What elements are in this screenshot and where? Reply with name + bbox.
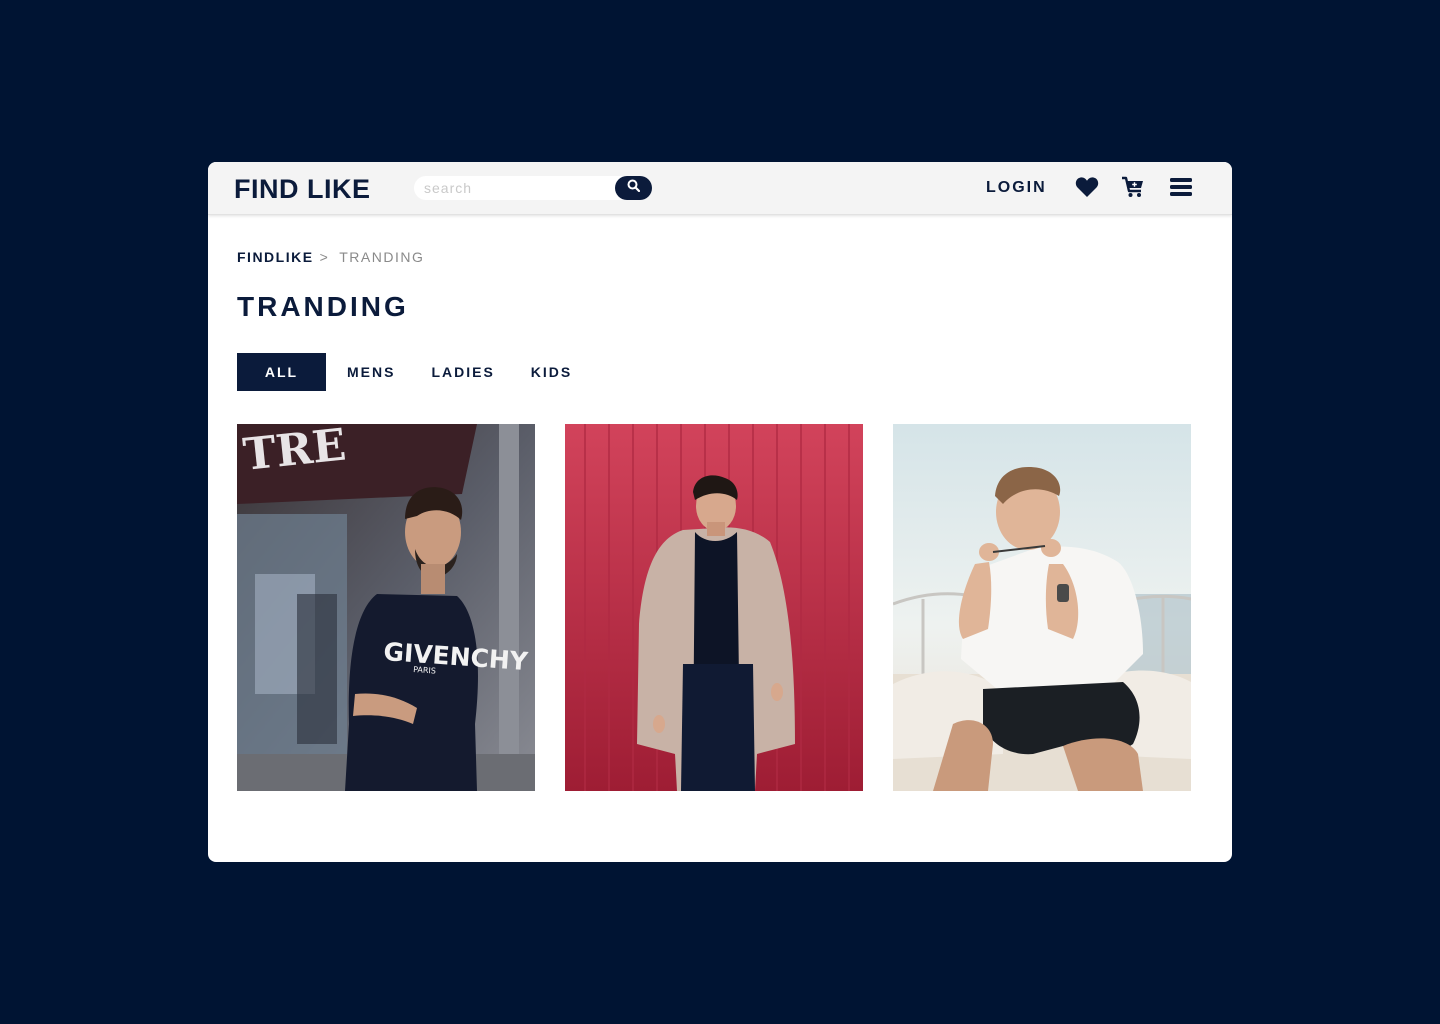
product-card[interactable]: TRE GIVENCHY PARIS <box>237 424 535 791</box>
brand-logo[interactable]: FIND LIKE <box>234 173 371 205</box>
search-input[interactable] <box>424 179 614 197</box>
login-link[interactable]: LOGIN <box>986 178 1047 198</box>
tab-ladies[interactable]: LADIES <box>413 353 512 391</box>
category-tabs: ALL MENS LADIES KIDS <box>237 353 590 391</box>
search-bar <box>414 176 652 200</box>
sweatshirt-print-sub: PARIS <box>413 665 436 676</box>
breadcrumb-root-link[interactable]: FINDLIKE <box>237 249 314 265</box>
breadcrumb: FINDLIKE > TRANDING <box>237 248 424 266</box>
product-card[interactable] <box>893 424 1191 791</box>
tab-mens[interactable]: MENS <box>326 353 413 391</box>
product-image <box>565 424 863 791</box>
top-navbar: FIND LIKE LOGIN <box>208 162 1232 215</box>
heart-icon[interactable] <box>1075 176 1099 203</box>
breadcrumb-separator: > <box>319 249 330 265</box>
breadcrumb-current: TRANDING <box>339 249 425 265</box>
cart-icon[interactable] <box>1121 176 1145 203</box>
search-button[interactable] <box>615 176 652 200</box>
tab-kids[interactable]: KIDS <box>513 353 590 391</box>
menu-icon[interactable] <box>1170 176 1192 203</box>
search-icon <box>627 179 641 197</box>
tab-all[interactable]: ALL <box>237 353 326 391</box>
product-image <box>893 424 1191 791</box>
product-image: TRE GIVENCHY PARIS <box>237 424 535 791</box>
product-grid: TRE GIVENCHY PARIS <box>237 424 1197 791</box>
page-title: TRANDING <box>237 291 409 322</box>
product-card[interactable] <box>565 424 863 791</box>
main-panel: FIND LIKE LOGIN <box>208 162 1232 862</box>
